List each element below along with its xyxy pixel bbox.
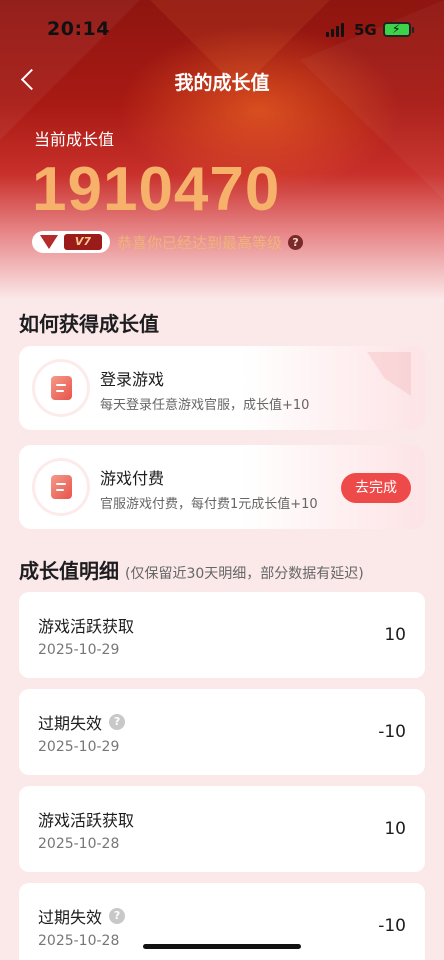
task-card-login: 登录游戏 每天登录任意游戏官服，成长值+10 xyxy=(19,346,425,430)
task-desc: 每天登录任意游戏官服，成长值+10 xyxy=(100,398,310,413)
task-name: 游戏付费 xyxy=(100,469,165,488)
status-time: 20:14 xyxy=(47,18,110,40)
record-name: 游戏活跃获取 xyxy=(38,613,134,637)
record-name-text: 游戏活跃获取 xyxy=(38,617,135,636)
task-document-icon xyxy=(35,461,87,513)
card-decoration xyxy=(367,352,411,396)
current-growth-label: 当前成长值 xyxy=(34,130,115,149)
home-indicator[interactable] xyxy=(143,944,301,949)
record-name-text: 游戏活跃获取 xyxy=(38,811,135,830)
question-circle-icon[interactable]: ? xyxy=(109,908,126,924)
record-date: 2025-10-29 xyxy=(38,642,120,658)
how-to-title: 如何获得成长值 xyxy=(19,312,159,336)
record-name: 过期失效? xyxy=(38,904,126,928)
status-bar: 20:14 5G ⚡ xyxy=(0,0,444,60)
growth-value: 1910470 xyxy=(32,155,281,224)
record-name: 游戏活跃获取 xyxy=(38,807,134,831)
record-value: 10 xyxy=(384,625,406,645)
record-date: 2025-10-28 xyxy=(38,933,120,949)
record-name-text: 过期失效 xyxy=(38,908,103,927)
level-row: V7 恭喜你已经达到最高等级 ? xyxy=(32,230,304,254)
task-desc: 官服游戏付费，每付费1元成长值+10 xyxy=(100,497,318,512)
level-status-text: 恭喜你已经达到最高等级 xyxy=(117,233,283,252)
task-name: 登录游戏 xyxy=(100,370,165,389)
nav-bar: 我的成长值 xyxy=(0,62,444,98)
battery-charging-icon: ⚡ xyxy=(383,22,414,37)
details-title: 成长值明细 (仅保留近30天明细，部分数据有延迟) xyxy=(19,555,364,584)
details-note: (仅保留近30天明细，部分数据有延迟) xyxy=(125,566,364,582)
question-circle-icon[interactable]: ? xyxy=(109,714,126,730)
task-document-icon xyxy=(35,362,87,414)
record-name: 过期失效? xyxy=(38,710,126,734)
record-value: -10 xyxy=(378,722,406,742)
details-title-text: 成长值明细 xyxy=(19,559,119,583)
record-row: 游戏活跃获取 2025-10-29 10 xyxy=(19,592,425,678)
signal-icon xyxy=(326,23,346,37)
page-title: 我的成长值 xyxy=(174,72,270,94)
task-card-payment: 游戏付费 官服游戏付费，每付费1元成长值+10 去完成 xyxy=(19,445,425,529)
record-date: 2025-10-29 xyxy=(38,739,120,755)
record-value: 10 xyxy=(384,819,406,839)
record-name-text: 过期失效 xyxy=(38,714,103,733)
question-circle-icon[interactable]: ? xyxy=(288,234,304,250)
level-badge-label: V7 xyxy=(64,234,102,250)
record-value: -10 xyxy=(378,916,406,936)
record-row: 游戏活跃获取 2025-10-28 10 xyxy=(19,786,425,872)
network-label: 5G xyxy=(354,21,377,39)
crown-gem-icon xyxy=(40,235,58,249)
level-badge: V7 xyxy=(32,231,110,253)
record-row: 过期失效? 2025-10-29 -10 xyxy=(19,689,425,775)
record-date: 2025-10-28 xyxy=(38,836,120,852)
go-complete-button[interactable]: 去完成 xyxy=(341,473,411,503)
